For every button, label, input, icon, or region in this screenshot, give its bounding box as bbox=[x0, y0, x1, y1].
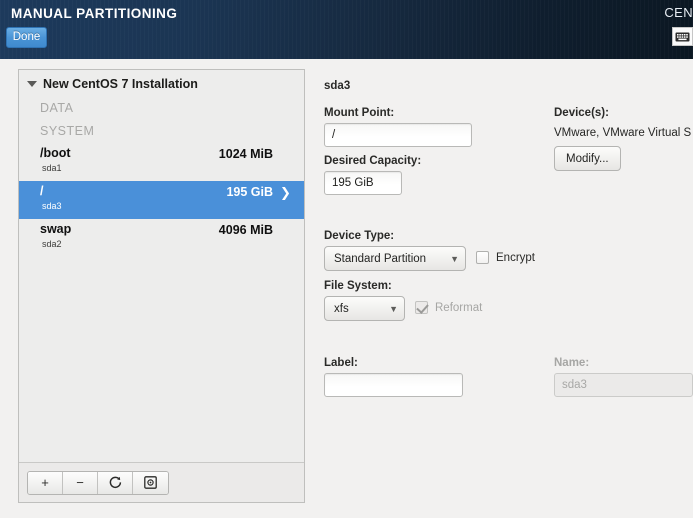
partition-mount-point: / bbox=[40, 184, 44, 198]
partition-device-name: sda2 bbox=[42, 239, 62, 249]
remove-partition-button[interactable]: − bbox=[63, 471, 98, 494]
table-row[interactable]: /boot sda1 1024 MiB ❯ bbox=[19, 143, 304, 181]
table-row[interactable]: swap sda2 4096 MiB ❯ bbox=[19, 219, 304, 257]
desired-capacity-input[interactable]: 195 GiB bbox=[324, 171, 402, 195]
file-system-label: File System: bbox=[324, 280, 392, 292]
install-group-label: New CentOS 7 Installation bbox=[43, 77, 198, 91]
partition-details-panel: sda3 Mount Point: / Desired Capacity: 19… bbox=[324, 69, 693, 518]
partition-size: 4096 MiB bbox=[218, 223, 273, 237]
keyboard-layout-indicator[interactable] bbox=[672, 27, 693, 46]
reset-partitions-button[interactable] bbox=[98, 471, 133, 494]
selected-device-heading: sda3 bbox=[324, 80, 351, 92]
desired-capacity-label: Desired Capacity: bbox=[324, 155, 422, 167]
partition-list-panel: New CentOS 7 Installation DATA SYSTEM /b… bbox=[18, 69, 305, 503]
partition-group-data-label: DATA bbox=[40, 101, 74, 115]
mount-point-input[interactable]: / bbox=[324, 123, 472, 147]
reformat-label: Reformat bbox=[435, 301, 483, 314]
disk-icon bbox=[144, 476, 157, 489]
add-partition-button[interactable]: + bbox=[28, 471, 63, 494]
table-row[interactable]: / sda3 195 GiB ❯ bbox=[19, 181, 304, 219]
screen-header: MANUAL PARTITIONING Done CEN bbox=[0, 0, 693, 59]
partition-group-system-label: SYSTEM bbox=[40, 124, 95, 138]
configure-storage-button[interactable] bbox=[133, 471, 168, 494]
reformat-checkbox-row: Reformat bbox=[415, 301, 482, 314]
chevron-down-icon: ▼ bbox=[450, 253, 459, 264]
partition-list-toolbar: + − bbox=[19, 462, 304, 502]
reformat-checkbox bbox=[415, 301, 428, 314]
toolbar-button-group: + − bbox=[27, 470, 169, 495]
partition-list[interactable]: New CentOS 7 Installation DATA SYSTEM /b… bbox=[19, 70, 304, 462]
chevron-down-icon: ▼ bbox=[389, 303, 398, 314]
partition-device-name: sda3 bbox=[42, 201, 62, 211]
device-type-value: Standard Partition bbox=[334, 252, 427, 265]
chevron-right-icon: ❯ bbox=[280, 185, 291, 200]
mount-point-label: Mount Point: bbox=[324, 107, 395, 119]
devices-value: VMware, VMware Virtual S bbox=[554, 127, 692, 139]
label-input[interactable] bbox=[324, 373, 463, 397]
refresh-icon bbox=[109, 476, 122, 489]
modify-devices-button[interactable]: Modify... bbox=[554, 146, 621, 171]
done-button[interactable]: Done bbox=[6, 27, 47, 48]
partition-device-name: sda1 bbox=[42, 163, 62, 173]
file-system-select[interactable]: xfs ▼ bbox=[324, 296, 405, 321]
encrypt-checkbox-row[interactable]: Encrypt bbox=[476, 251, 535, 264]
page-title: MANUAL PARTITIONING bbox=[11, 6, 178, 21]
name-input: sda3 bbox=[554, 373, 693, 397]
anaconda-manual-partitioning-screen: MANUAL PARTITIONING Done CEN New CentOS … bbox=[0, 0, 693, 518]
partition-mount-point: swap bbox=[40, 222, 72, 236]
name-field-label: Name: bbox=[554, 357, 590, 369]
device-type-label: Device Type: bbox=[324, 230, 395, 242]
encrypt-label: Encrypt bbox=[496, 251, 535, 264]
device-type-select[interactable]: Standard Partition ▼ bbox=[324, 246, 466, 271]
label-field-label: Label: bbox=[324, 357, 358, 369]
partition-size: 1024 MiB bbox=[218, 147, 273, 161]
file-system-value: xfs bbox=[334, 302, 349, 315]
keyboard-icon bbox=[675, 32, 690, 42]
screen-body: New CentOS 7 Installation DATA SYSTEM /b… bbox=[0, 59, 693, 518]
triangle-down-icon bbox=[27, 81, 37, 87]
encrypt-checkbox[interactable] bbox=[476, 251, 489, 264]
distro-title: CEN bbox=[664, 5, 693, 20]
partition-mount-point: /boot bbox=[40, 146, 71, 160]
partition-size: 195 GiB bbox=[226, 185, 273, 199]
install-group-header[interactable]: New CentOS 7 Installation bbox=[19, 70, 304, 97]
devices-label: Device(s): bbox=[554, 107, 609, 119]
